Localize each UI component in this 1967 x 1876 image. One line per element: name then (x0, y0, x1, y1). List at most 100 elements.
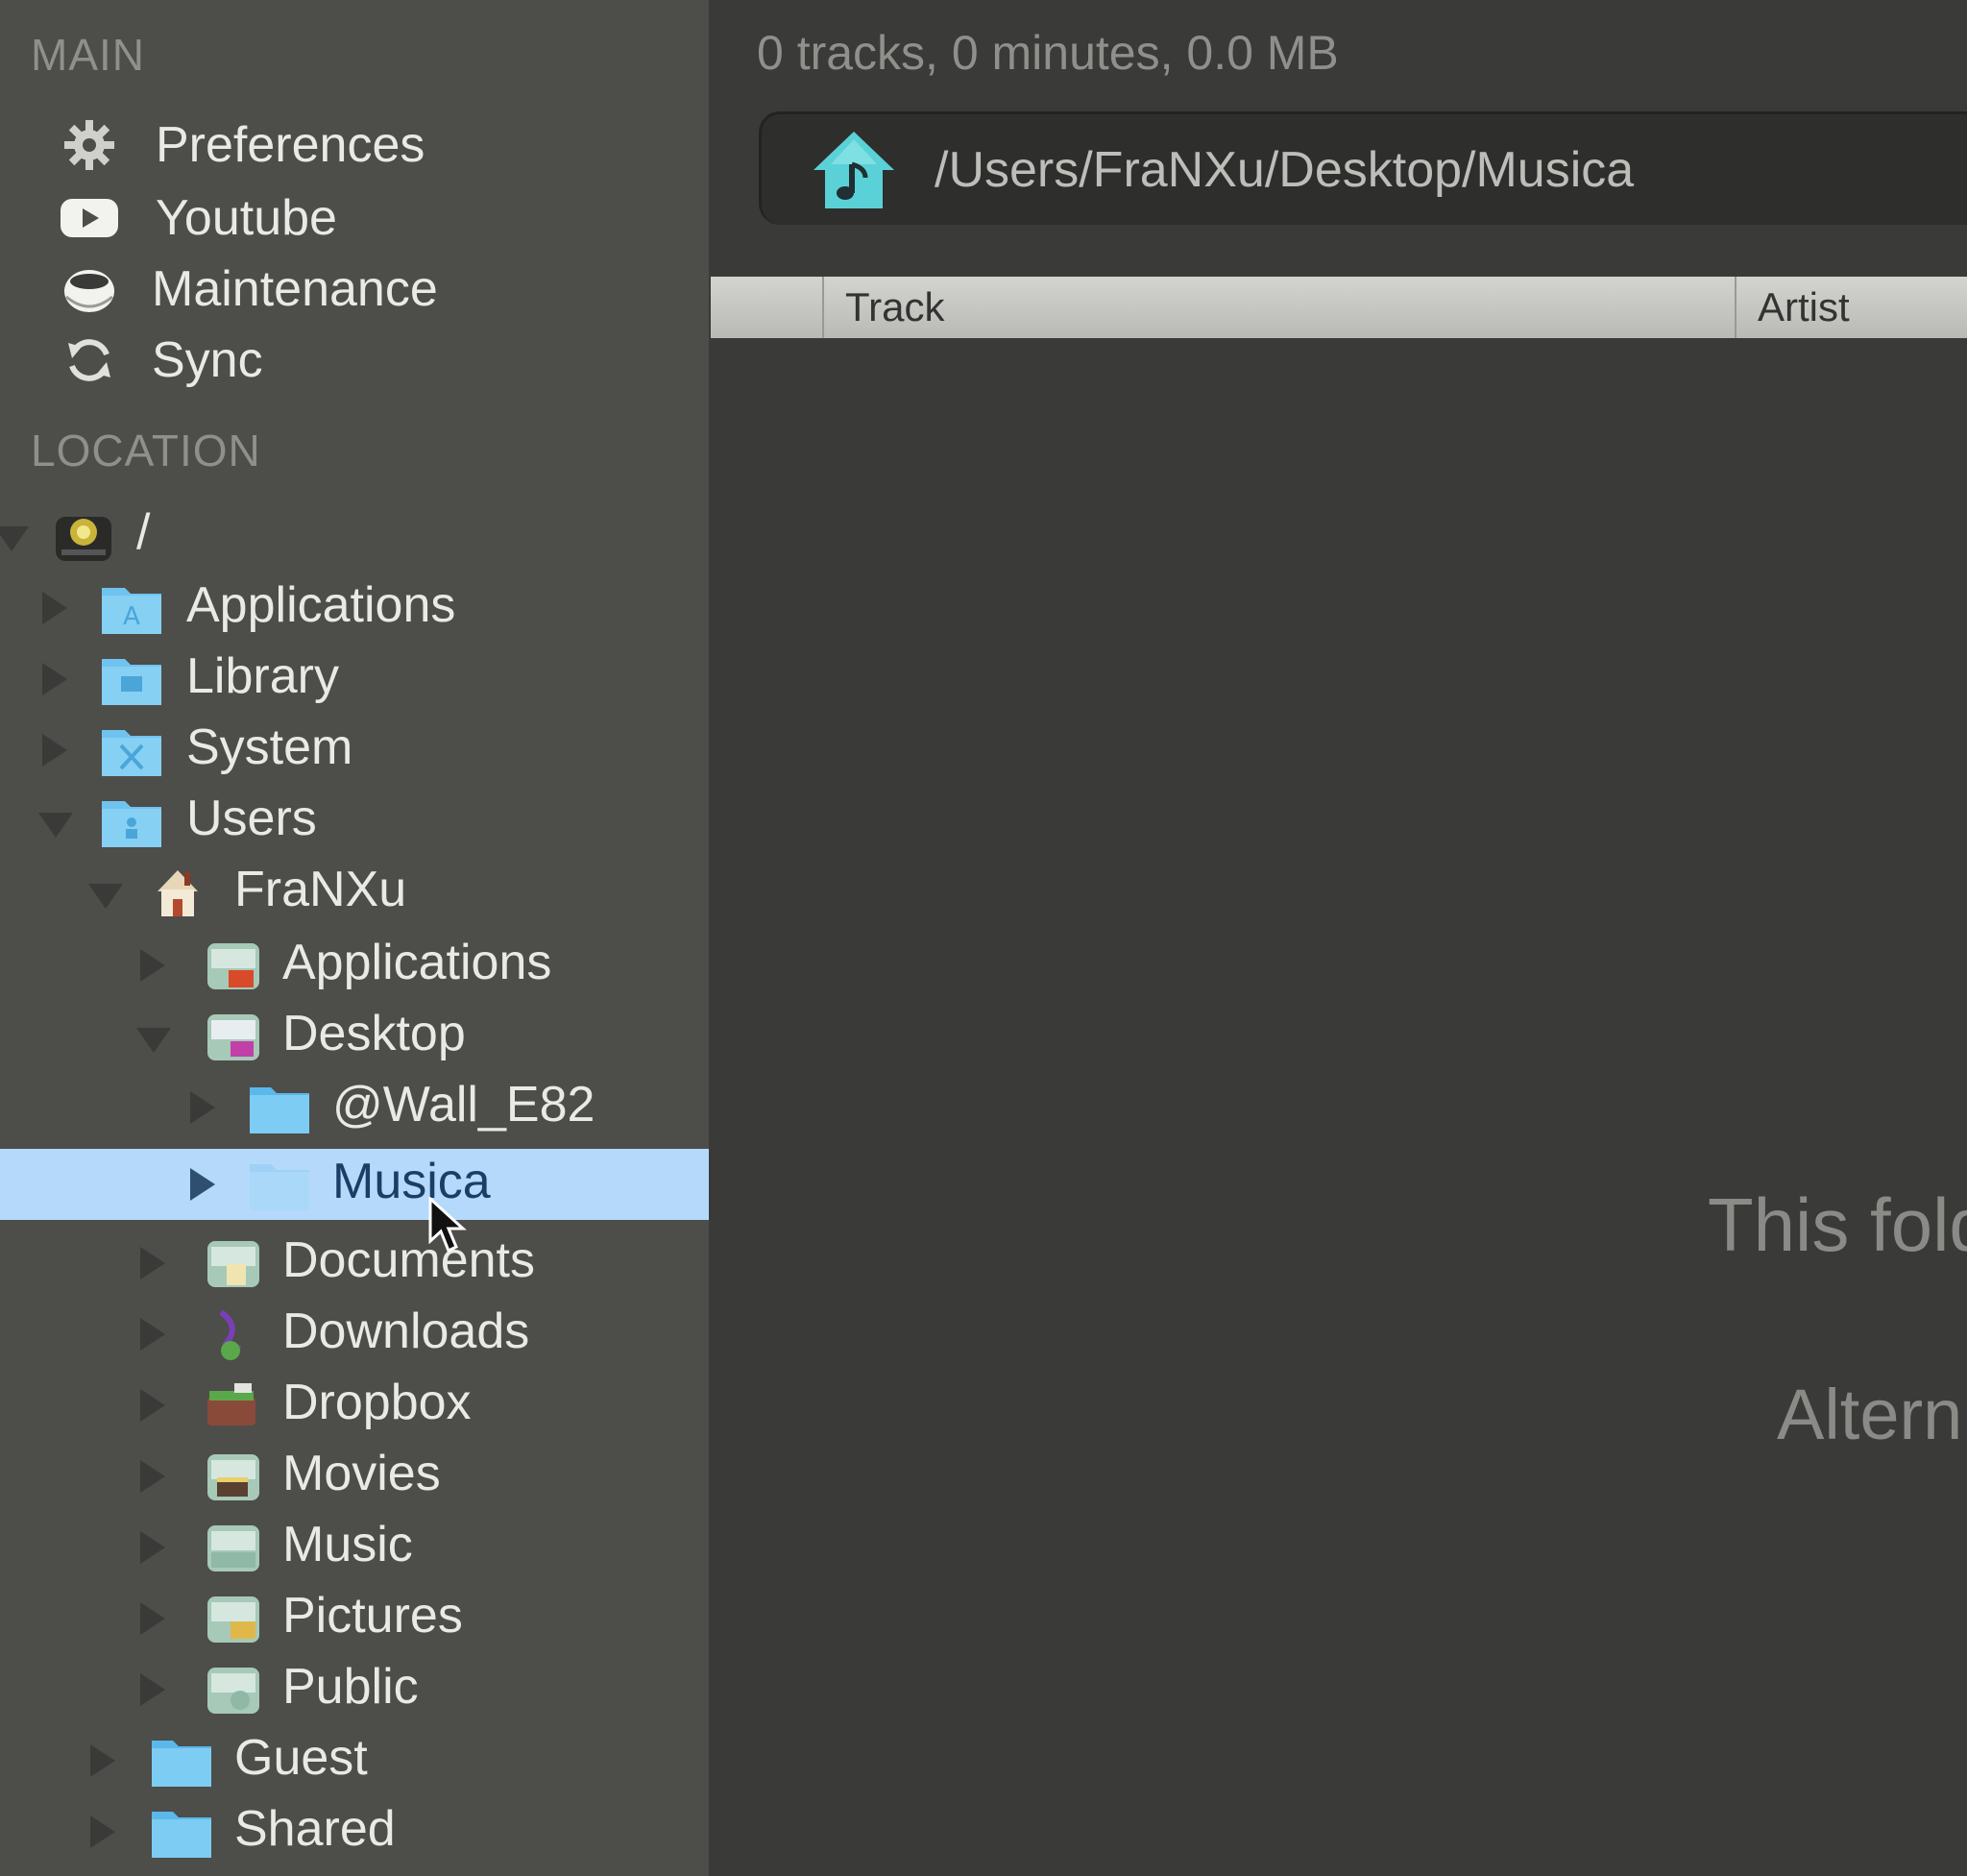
library-folder-icon (100, 651, 163, 707)
disclosure-triangle[interactable] (140, 1247, 165, 1279)
tree-item-pictures[interactable]: Pictures (0, 1583, 709, 1654)
sidebar-item-youtube[interactable]: Youtube (58, 184, 337, 252)
tree-item-label: FraNXu (234, 862, 407, 917)
sidebar: MAIN Preferences Youtube Maintenance Syn… (0, 0, 709, 1876)
sidebar-item-label: Sync (152, 332, 263, 388)
disclosure-triangle[interactable] (140, 1389, 165, 1422)
disclosure-triangle[interactable] (136, 1028, 171, 1053)
svg-text:A: A (123, 602, 140, 631)
column-header-index[interactable] (711, 277, 822, 338)
tree-item-label: Applications (186, 577, 456, 633)
system-folder-icon (100, 722, 163, 778)
tree-item-dropbox[interactable]: Dropbox (0, 1370, 709, 1441)
tree-item-downloads[interactable]: Downloads (0, 1299, 709, 1370)
applications-folder-icon (202, 938, 265, 993)
sidebar-item-sync[interactable]: Sync (58, 327, 263, 394)
main-section-header: MAIN (31, 30, 145, 80)
tree-item-label: Shared (234, 1801, 396, 1857)
music-home-icon (810, 126, 898, 214)
tree-item-label: Applications (282, 935, 552, 990)
tree-item-library[interactable]: Library (0, 644, 709, 715)
disclosure-triangle[interactable] (140, 1318, 165, 1351)
pictures-folder-icon (202, 1591, 265, 1646)
disclosure-triangle[interactable] (140, 1602, 165, 1635)
tree-item-label: Desktop (282, 1006, 466, 1061)
tree-item-label: Public (282, 1659, 419, 1715)
gear-icon (58, 113, 121, 177)
tree-item-label: Pictures (282, 1588, 463, 1644)
disclosure-triangle[interactable] (42, 734, 67, 767)
tree-item-applications[interactable]: A Applications (0, 573, 709, 644)
tree-item-wall-e82[interactable]: @Wall_E82 (0, 1072, 709, 1143)
disclosure-triangle[interactable] (140, 949, 165, 982)
desktop-folder-icon (202, 1009, 265, 1064)
disclosure-triangle[interactable] (38, 813, 73, 838)
track-table-header: Track Artist (711, 277, 1967, 338)
youtube-play-icon (58, 186, 121, 250)
sidebar-item-maintenance[interactable]: Maintenance (58, 256, 438, 323)
disclosure-triangle[interactable] (42, 663, 67, 695)
music-folder-icon (202, 1520, 265, 1575)
tree-item-music[interactable]: Music (0, 1512, 709, 1583)
tree-item-public[interactable]: Public (0, 1654, 709, 1725)
sidebar-item-label: Maintenance (152, 261, 438, 317)
tree-item-shared[interactable]: Shared (0, 1796, 709, 1867)
tree-item-label: Documents (282, 1232, 535, 1288)
column-header-track[interactable]: Track (822, 277, 1735, 338)
disclosure-triangle[interactable] (90, 1744, 115, 1777)
folder-icon (150, 1733, 213, 1789)
folder-icon (150, 1804, 213, 1860)
sidebar-item-preferences[interactable]: Preferences (58, 111, 425, 179)
tree-item-franxu[interactable]: FraNXu (0, 857, 709, 928)
path-bar[interactable]: /Users/FraNXu/Desktop/Musica (759, 111, 1967, 225)
tree-item-users[interactable]: Users (0, 786, 709, 857)
tree-item-label: @Wall_E82 (332, 1077, 595, 1133)
tree-item-label: Guest (234, 1730, 368, 1786)
disclosure-triangle[interactable] (0, 526, 29, 551)
mouse-pointer-icon (428, 1195, 467, 1255)
disclosure-triangle[interactable] (140, 1673, 165, 1706)
column-header-label: Artist (1758, 284, 1850, 329)
location-section-header: LOCATION (31, 426, 261, 475)
folder-icon (248, 1080, 311, 1135)
coffee-cup-icon (58, 257, 121, 321)
disclosure-triangle[interactable] (90, 1815, 115, 1848)
tree-item-label: Movies (282, 1446, 441, 1501)
tree-item-root[interactable]: / (0, 499, 709, 571)
tree-item-movies[interactable]: Movies (0, 1441, 709, 1512)
tree-item-documents[interactable]: Documents (0, 1228, 709, 1299)
tree-item-label: Downloads (282, 1303, 530, 1359)
movies-folder-icon (202, 1449, 265, 1504)
disclosure-triangle[interactable] (140, 1460, 165, 1493)
disclosure-triangle[interactable] (190, 1091, 215, 1124)
downloads-folder-icon (202, 1306, 265, 1362)
library-summary: 0 tracks, 0 minutes, 0.0 MB (757, 26, 1339, 80)
tree-item-guest[interactable]: Guest (0, 1725, 709, 1796)
app-window: MAIN Preferences Youtube Maintenance Syn… (0, 0, 1967, 1876)
users-folder-icon (100, 793, 163, 849)
disclosure-triangle[interactable] (140, 1531, 165, 1564)
tree-item-label: Library (186, 648, 339, 704)
disclosure-triangle[interactable] (190, 1168, 215, 1201)
disclosure-triangle[interactable] (88, 884, 123, 909)
tree-item-musica[interactable]: Musica (0, 1149, 709, 1220)
home-icon (154, 865, 217, 920)
current-path: /Users/FraNXu/Desktop/Musica (935, 142, 1635, 198)
disclosure-triangle[interactable] (42, 592, 67, 624)
tree-item-label: System (186, 719, 353, 775)
tree-item-label: / (136, 504, 151, 560)
column-header-artist[interactable]: Artist (1735, 277, 1967, 338)
column-header-label: Track (845, 284, 945, 329)
tree-item-desktop[interactable]: Desktop (0, 1001, 709, 1072)
tree-item-label: Musica (332, 1154, 491, 1209)
public-folder-icon (202, 1662, 265, 1718)
tree-item-label: Users (186, 791, 317, 846)
tree-item-user-applications[interactable]: Applications (0, 930, 709, 1001)
sidebar-item-label: Youtube (156, 190, 337, 246)
dropbox-folder-icon (202, 1377, 265, 1433)
sync-icon (58, 329, 121, 392)
track-pane: 0 tracks, 0 minutes, 0.0 MB /Users/FraNX… (709, 0, 1967, 1876)
empty-state-title: This fold (1708, 1182, 1967, 1267)
tree-item-system[interactable]: System (0, 715, 709, 786)
tree-item-label: Dropbox (282, 1375, 472, 1430)
